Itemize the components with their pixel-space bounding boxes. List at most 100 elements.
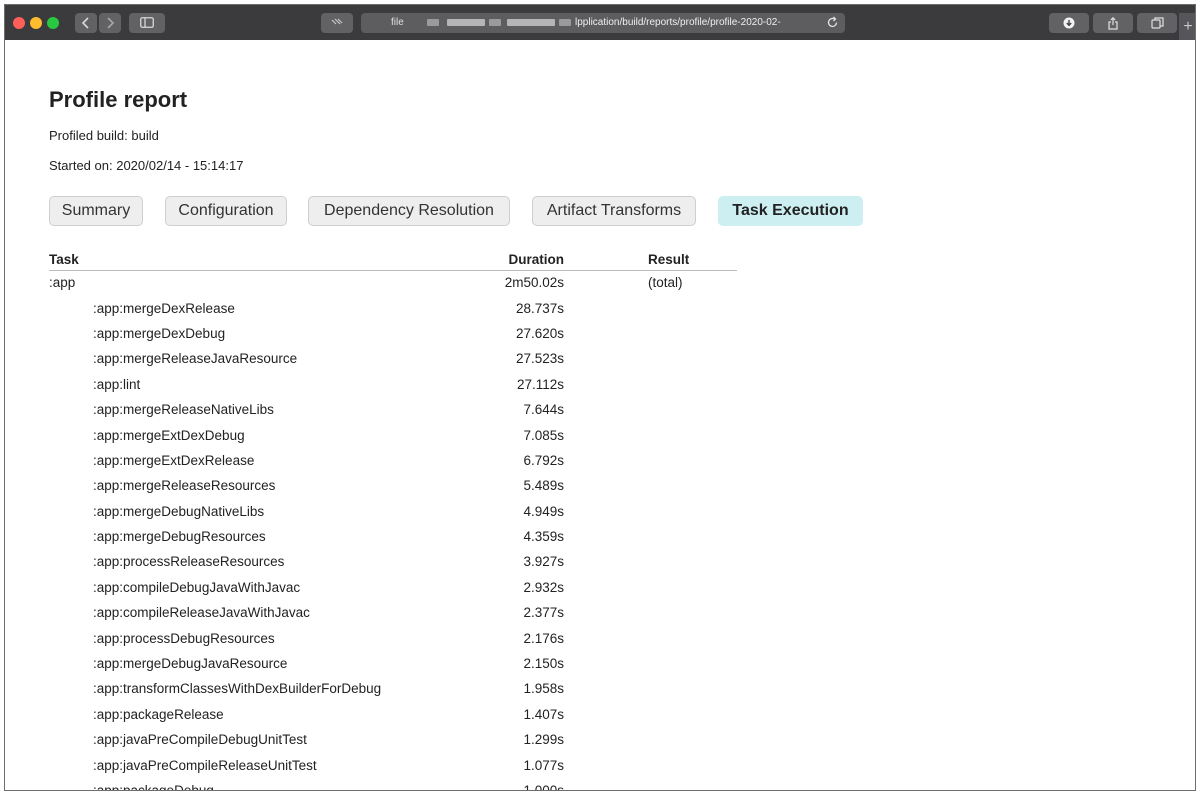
table-row: :app:mergeExtDexDebug 7.085s	[49, 422, 737, 447]
tab-task-execution[interactable]: Task Execution	[718, 196, 863, 226]
table-row: :app:processDebugResources 2.176s	[49, 625, 737, 650]
task-cell: :app:packageRelease	[93, 706, 224, 722]
duration-cell: 27.112s	[516, 376, 564, 392]
table-row: :app:packageDebug 1.000s	[49, 778, 737, 791]
table-row: :app:mergeDexDebug 27.620s	[49, 321, 737, 346]
duration-cell: 1.077s	[523, 757, 564, 773]
tab-summary[interactable]: Summary	[49, 196, 143, 226]
result-cell	[564, 702, 737, 727]
task-cell: :app:mergeDexDebug	[93, 325, 226, 341]
page-title: Profile report	[49, 87, 188, 112]
result-cell	[564, 727, 737, 752]
result-cell	[564, 473, 737, 498]
extension-icon	[331, 18, 343, 25]
task-cell: :app	[49, 275, 76, 291]
table-header-row: Task Duration Result	[49, 250, 737, 271]
table-row: :app:lint 27.112s	[49, 372, 737, 397]
table-row: :app:packageRelease 1.407s	[49, 702, 737, 727]
task-cell: :app:mergeDexRelease	[93, 300, 235, 316]
table-row: :app:mergeExtDexRelease 6.792s	[49, 448, 737, 473]
duration-cell: 2.932s	[523, 579, 564, 595]
task-cell: :app:mergeDebugNativeLibs	[93, 503, 265, 519]
task-cell: :app:mergeDebugResources	[93, 529, 266, 545]
close-window-button[interactable]	[13, 17, 25, 29]
table-row: :app:mergeReleaseJavaResource 27.523s	[49, 346, 737, 371]
duration-cell: 28.737s	[515, 300, 564, 316]
duration-cell: 1.000s	[523, 783, 564, 791]
url-scheme: file	[391, 17, 404, 28]
table-row: :app:mergeDexRelease 28.737s	[49, 295, 737, 320]
result-cell	[564, 448, 737, 473]
minimize-window-button[interactable]	[30, 17, 42, 29]
downloads-button[interactable]	[1049, 13, 1089, 33]
redacted-url-segment	[427, 19, 439, 26]
sidebar-toggle-button[interactable]	[129, 13, 165, 33]
extension-button[interactable]	[321, 13, 353, 33]
browser-window: file lpplication/build/reports/profile/p…	[4, 4, 1196, 791]
table-total-row: :app 2m50.02s (total)	[49, 270, 737, 295]
chevron-right-icon	[107, 17, 114, 29]
table-row: :app:processReleaseResources 3.927s	[49, 549, 737, 574]
task-cell: :app:mergeReleaseJavaResource	[93, 351, 298, 367]
result-cell	[564, 676, 737, 701]
result-cell: (total)	[648, 275, 683, 291]
task-cell: :app:transformClassesWithDexBuilderForDe…	[93, 681, 382, 697]
task-execution-table: Task Duration Result :app 2m50.02s (tota…	[49, 250, 737, 791]
column-header-duration: Duration	[469, 250, 564, 271]
new-tab-button[interactable]: +	[1179, 13, 1195, 40]
started-on-text: Started on: 2020/02/14 - 15:14:17	[49, 158, 244, 173]
task-cell: :app:lint	[93, 376, 141, 392]
share-button[interactable]	[1093, 13, 1133, 33]
zoom-window-button[interactable]	[47, 17, 59, 29]
duration-cell: 2.150s	[523, 656, 564, 672]
duration-cell: 2.176s	[523, 630, 564, 646]
duration-cell: 3.927s	[523, 554, 564, 570]
duration-cell: 1.299s	[523, 732, 564, 748]
duration-cell: 6.792s	[523, 452, 564, 468]
task-cell: :app:mergeReleaseResources	[93, 478, 276, 494]
duration-cell: 27.620s	[515, 325, 564, 341]
address-bar[interactable]: file lpplication/build/reports/profile/p…	[361, 13, 845, 33]
task-cell: :app:mergeExtDexRelease	[93, 452, 255, 468]
tabs-overview-icon	[1150, 17, 1164, 29]
url-path: lpplication/build/reports/profile/profil…	[575, 17, 781, 28]
task-cell: :app:mergeExtDexDebug	[93, 427, 245, 443]
table-row: :app:compileReleaseJavaWithJavac 2.377s	[49, 600, 737, 625]
result-cell	[564, 499, 737, 524]
table-row: :app:mergeDebugNativeLibs 4.949s	[49, 499, 737, 524]
result-cell	[564, 372, 737, 397]
task-cell: :app:processReleaseResources	[93, 554, 285, 570]
result-cell	[564, 295, 737, 320]
result-cell	[564, 651, 737, 676]
task-cell: :app:javaPreCompileReleaseUnitTest	[93, 757, 317, 773]
chevron-left-icon	[82, 17, 89, 29]
table-row: :app:mergeReleaseResources 5.489s	[49, 473, 737, 498]
table-row: :app:compileDebugJavaWithJavac 2.932s	[49, 575, 737, 600]
column-header-result: Result	[564, 250, 737, 271]
share-icon	[1108, 17, 1118, 30]
show-tabs-button[interactable]	[1137, 13, 1177, 33]
task-cell: :app:mergeReleaseNativeLibs	[93, 402, 274, 418]
back-button[interactable]	[75, 13, 97, 33]
tab-artifact-transforms[interactable]: Artifact Transforms	[532, 196, 696, 226]
result-cell	[564, 625, 737, 650]
table-row: :app:transformClassesWithDexBuilderForDe…	[49, 676, 737, 701]
duration-cell: 2.377s	[523, 605, 564, 621]
profiled-build-text: Profiled build: build	[49, 128, 159, 143]
tab-dependency-resolution[interactable]: Dependency Resolution	[308, 196, 510, 226]
redacted-url-segment	[447, 19, 485, 26]
result-cell	[564, 321, 737, 346]
browser-toolbar: file lpplication/build/reports/profile/p…	[5, 5, 1195, 40]
table-row: :app:mergeDebugJavaResource 2.150s	[49, 651, 737, 676]
task-cell: :app:packageDebug	[93, 783, 214, 791]
duration-cell: 1.407s	[523, 706, 564, 722]
duration-cell: 27.523s	[515, 351, 564, 367]
column-header-task: Task	[49, 250, 469, 271]
forward-button[interactable]	[99, 13, 121, 33]
plus-icon: +	[1183, 18, 1193, 35]
reload-icon[interactable]	[826, 16, 839, 29]
sidebar-icon	[140, 17, 154, 28]
task-cell: :app:compileReleaseJavaWithJavac	[93, 605, 310, 621]
result-cell	[564, 778, 737, 790]
tab-configuration[interactable]: Configuration	[165, 196, 287, 226]
